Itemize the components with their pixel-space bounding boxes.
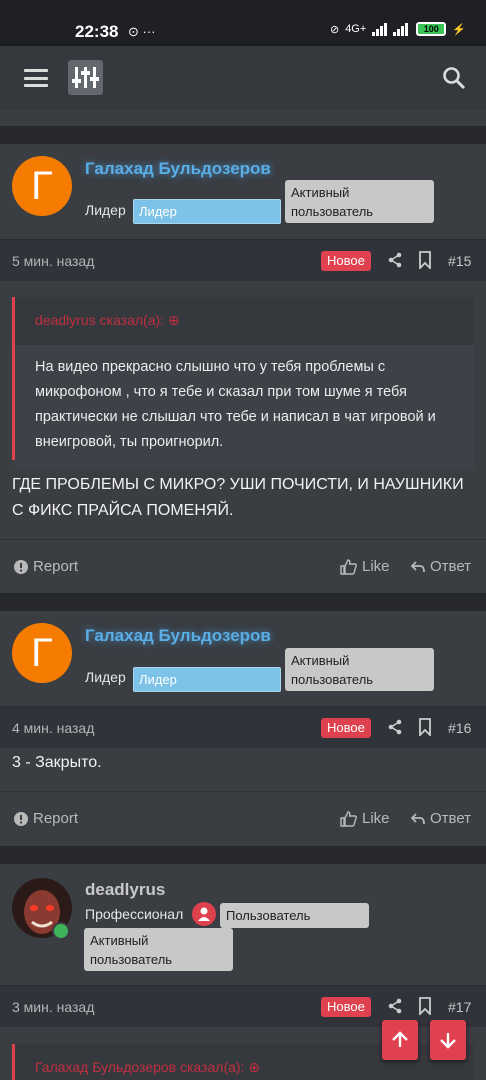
badge-active-user: Активный пользователь: [84, 928, 233, 971]
separator: [0, 593, 486, 611]
charging-icon: ⚡: [452, 23, 466, 36]
post-number[interactable]: #15: [448, 253, 471, 269]
post-actions: Report Like Ответ: [0, 539, 486, 593]
new-badge: Новое: [321, 251, 371, 271]
new-badge: Новое: [321, 718, 371, 738]
status-time: 22:38: [75, 22, 119, 41]
quote-text: На видео прекрасно слышно что у тебя про…: [15, 345, 474, 469]
battery-icon: 100: [416, 22, 447, 36]
arrow-up-circle-icon[interactable]: ⊕: [248, 1059, 260, 1075]
status-bar: 22:38 ⊙ ··· ⊘ 4G+ 100 ⚡: [0, 0, 486, 46]
online-status-icon: [52, 922, 70, 940]
username[interactable]: Галахад Бульдозеров: [85, 159, 271, 179]
link-icon: ⊘: [329, 23, 340, 36]
share-icon[interactable]: [387, 719, 403, 735]
reply-button[interactable]: Ответ: [411, 558, 471, 575]
avatar[interactable]: Г: [12, 623, 72, 683]
share-icon[interactable]: [387, 998, 403, 1014]
bookmark-icon[interactable]: [418, 997, 432, 1015]
report-button[interactable]: Report: [14, 558, 78, 575]
badge-leader: Лидер: [133, 667, 281, 692]
arrow-up-icon: [392, 1031, 408, 1047]
reply-button[interactable]: Ответ: [411, 810, 471, 827]
user-title: Лидер: [85, 202, 126, 218]
badge-active-user: Активный пользователь: [285, 180, 434, 223]
post-15: Г Галахад Бульдозеров Лидер Лидер Активн…: [0, 144, 486, 593]
thumbs-up-icon: [340, 558, 357, 575]
network-label: 4G+: [345, 23, 367, 35]
signal-icon: [372, 23, 409, 36]
post-message: 3 - Закрыто.: [12, 754, 102, 771]
separator: [0, 846, 486, 864]
equalizer-logo[interactable]: [68, 60, 103, 95]
username[interactable]: Галахад Бульдозеров: [85, 626, 271, 646]
user-title: Лидер: [85, 669, 126, 685]
previous-post-end: [0, 110, 486, 126]
badge-leader: Лидер: [133, 199, 281, 224]
like-button[interactable]: Like: [340, 810, 390, 827]
post-time[interactable]: 3 мин. назад: [12, 999, 94, 1015]
post-number[interactable]: #17: [448, 999, 471, 1015]
status-right: ⊘ 4G+ 100 ⚡: [330, 22, 466, 36]
post-message: ГДЕ ПРОБЛЕМЫ С МИКРО? УШИ ПОЧИСТИ, И НАУ…: [12, 476, 464, 519]
search-icon[interactable]: [442, 66, 466, 90]
post-number[interactable]: #16: [448, 720, 471, 736]
post-meta: 4 мин. назад Новое #16: [0, 706, 486, 748]
reply-icon: [411, 560, 425, 572]
alert-icon: [14, 559, 28, 574]
post-actions: Report Like Ответ: [0, 791, 486, 845]
scroll-up-button[interactable]: [382, 1020, 418, 1060]
username[interactable]: deadlyrus: [85, 880, 165, 900]
top-app-bar: [0, 46, 486, 110]
share-icon[interactable]: [387, 252, 403, 268]
post-time[interactable]: 5 мин. назад: [12, 253, 94, 269]
report-button[interactable]: Report: [14, 810, 78, 827]
arrow-down-icon: [440, 1033, 456, 1049]
reply-icon: [411, 812, 425, 824]
avatar[interactable]: Г: [12, 156, 72, 216]
bookmark-icon[interactable]: [418, 718, 432, 736]
new-badge: Новое: [321, 997, 371, 1017]
notification-icons: ⊙ ···: [128, 24, 156, 39]
quote-author[interactable]: deadlyrus сказал(а): ⊕: [15, 297, 474, 345]
post-meta: 5 мин. назад Новое #15: [0, 239, 486, 281]
user-title: Профессионал: [85, 906, 184, 922]
like-button[interactable]: Like: [340, 558, 390, 575]
scroll-down-button[interactable]: [430, 1020, 466, 1060]
professional-icon: [192, 902, 216, 926]
bookmark-icon[interactable]: [418, 251, 432, 269]
arrow-up-circle-icon[interactable]: ⊕: [168, 312, 180, 328]
hamburger-icon[interactable]: [24, 69, 48, 87]
post-time[interactable]: 4 мин. назад: [12, 720, 94, 736]
thumbs-up-icon: [340, 810, 357, 827]
badge-active-user: Активный пользователь: [285, 648, 434, 691]
badge-user: Пользователь: [220, 903, 369, 928]
quote-block: deadlyrus сказал(а): ⊕ На видео прекрасн…: [12, 297, 474, 469]
post-16: Г Галахад Бульдозеров Лидер Лидер Активн…: [0, 611, 486, 846]
alert-icon: [14, 811, 28, 826]
